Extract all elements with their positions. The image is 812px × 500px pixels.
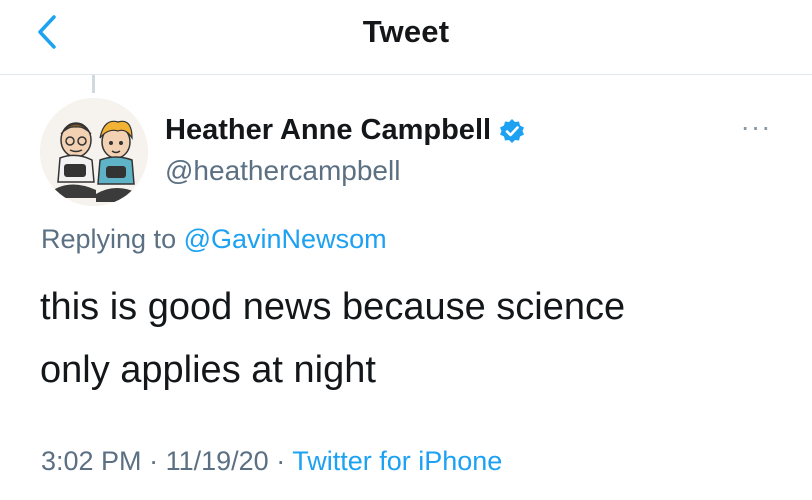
author-name[interactable]: Heather Anne Campbell — [165, 114, 491, 147]
replying-to-line: Replying to @GavinNewsom — [41, 224, 387, 255]
tweet-date: 11/19/20 — [165, 446, 269, 476]
avatar-illustration — [40, 98, 148, 206]
tweet-metadata: 3:02 PM · 11/19/20 · Twitter for iPhone — [41, 446, 502, 477]
page-title: Tweet — [362, 14, 450, 49]
replying-to-label: Replying to — [41, 224, 177, 254]
more-icon: ··· — [740, 111, 772, 142]
author-handle[interactable]: @heathercampbell — [165, 155, 400, 187]
reply-mention-link[interactable]: @GavinNewsom — [184, 224, 387, 254]
avatar[interactable] — [40, 98, 148, 206]
top-navigation-bar: Tweet — [0, 0, 812, 75]
tweet-text: this is good news because science only a… — [40, 276, 780, 402]
tweet-source-link[interactable]: Twitter for iPhone — [292, 446, 502, 476]
tweet-time: 3:02 PM — [41, 446, 142, 476]
tweet-text-line: only applies at night — [40, 349, 376, 391]
tweet-text-line: this is good news because science — [40, 286, 626, 328]
verified-badge-icon — [500, 118, 525, 143]
author-name-row[interactable]: Heather Anne Campbell — [165, 114, 525, 147]
meta-separator: · — [276, 446, 286, 476]
meta-separator: · — [149, 446, 159, 476]
more-options-button[interactable]: ··· — [736, 111, 776, 142]
thread-connector-line — [92, 75, 95, 93]
